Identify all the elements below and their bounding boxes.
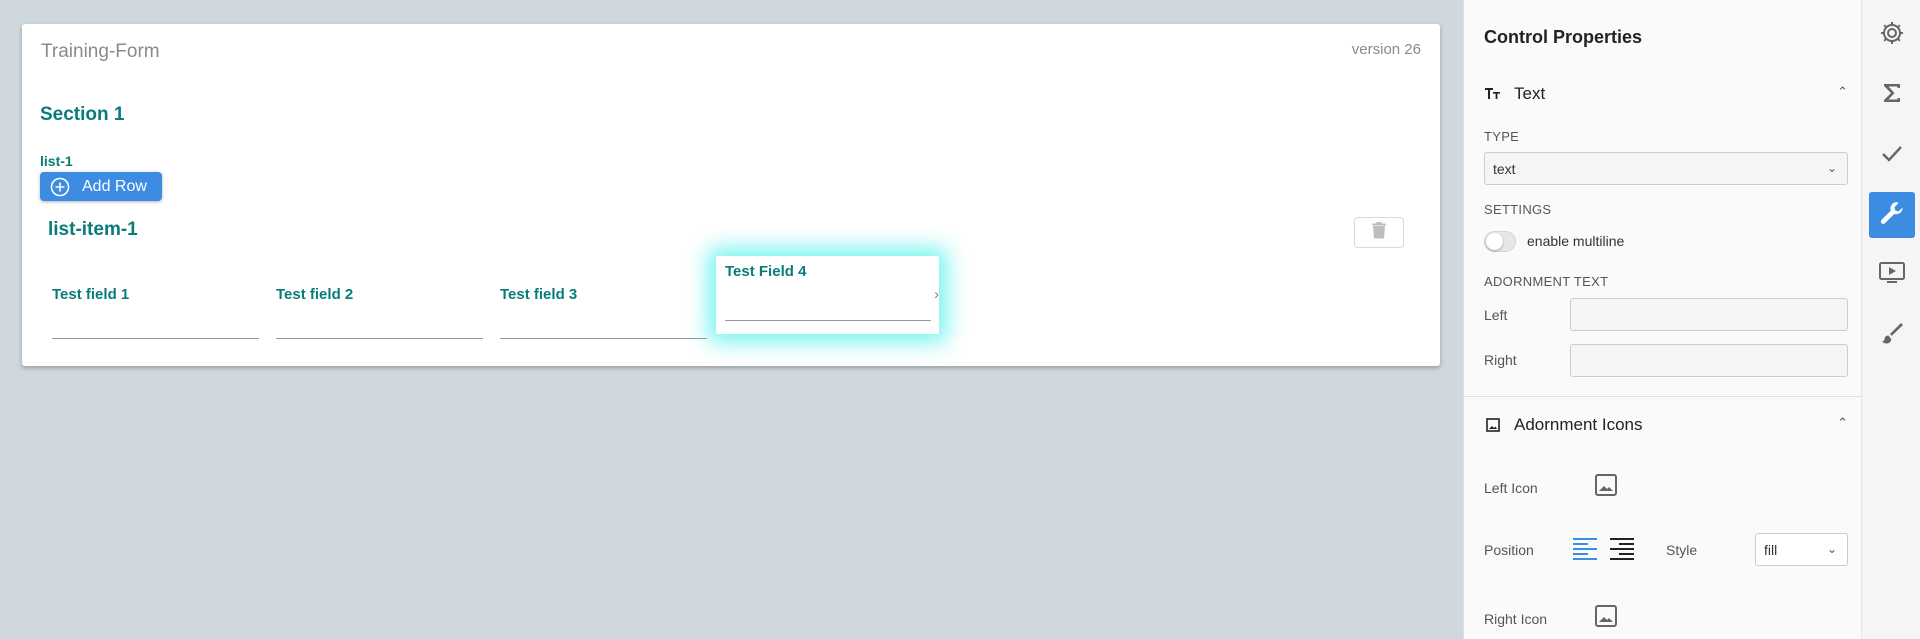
form-title: Training-Form (41, 41, 160, 62)
text-field-1[interactable]: Test field 1 (45, 260, 259, 345)
section-divider (1464, 396, 1862, 397)
style-value: fill (1764, 541, 1778, 558)
field-underline (276, 338, 483, 339)
adornment-right-label: Right (1484, 352, 1517, 368)
field-label: Test field 3 (500, 286, 578, 303)
sigma-icon (1881, 82, 1903, 109)
form-card: Training-Form version 26 Section 1 list-… (22, 24, 1440, 366)
right-icon-picker[interactable] (1592, 604, 1620, 632)
adornment-right-input[interactable] (1570, 344, 1848, 377)
left-icon-label: Left Icon (1484, 480, 1538, 496)
position-label: Position (1484, 542, 1534, 558)
adornment-left-label: Left (1484, 307, 1508, 323)
adornment-icons-section-header[interactable]: Adornment Icons ⌃ (1484, 410, 1848, 440)
calculations-button[interactable] (1869, 72, 1915, 118)
chevron-up-icon[interactable]: ⌃ (1837, 84, 1848, 100)
image-icon (1594, 473, 1618, 502)
style-select[interactable]: fill ⌄ (1755, 533, 1848, 566)
chevron-down-icon: ⌄ (1826, 542, 1837, 556)
field-underline (725, 320, 931, 321)
field-underline (500, 338, 707, 339)
type-value: text (1493, 160, 1516, 177)
control-properties-button[interactable] (1869, 192, 1915, 238)
check-icon (1880, 141, 1904, 170)
chevron-right-icon[interactable]: › (934, 286, 939, 303)
text-section-title: Text (1514, 84, 1546, 103)
delete-row-button[interactable] (1354, 217, 1404, 248)
chevron-up-icon[interactable]: ⌃ (1837, 415, 1848, 431)
wrench-icon (1878, 199, 1906, 232)
preview-icon (1878, 261, 1906, 290)
style-label: Style (1666, 542, 1698, 558)
field-underline (52, 338, 259, 339)
right-icon-label: Right Icon (1484, 611, 1548, 627)
align-left-button[interactable] (1572, 536, 1598, 562)
panel-title: Control Properties (1484, 27, 1643, 47)
form-version: version 26 (1351, 41, 1421, 58)
align-right-icon (1609, 538, 1635, 566)
text-field-2[interactable]: Test field 2 (269, 260, 483, 345)
adornment-icons-title: Adornment Icons (1514, 415, 1643, 434)
gear-icon (1879, 20, 1905, 51)
add-circle-icon (50, 177, 70, 197)
text-field-3[interactable]: Test field 3 (493, 260, 707, 345)
field-label: Test field 1 (52, 286, 130, 303)
field-label: Test Field 4 (725, 263, 807, 280)
validation-button[interactable] (1869, 132, 1915, 178)
multiline-toggle[interactable] (1484, 231, 1516, 252)
side-toolbar (1861, 0, 1920, 639)
type-label: TYPE (1484, 129, 1520, 144)
add-row-label: Add Row (82, 177, 147, 195)
adornment-text-label: ADORNMENT TEXT (1484, 274, 1609, 289)
left-icon-picker[interactable] (1592, 473, 1620, 501)
form-canvas: Training-Form version 26 Section 1 list-… (0, 0, 1463, 639)
image-icon (1594, 604, 1618, 633)
styling-button[interactable] (1869, 312, 1915, 358)
control-properties-panel: Control Properties Text ⌃ TYPE text ⌄ SE… (1463, 0, 1862, 639)
field-label: Test field 2 (276, 286, 354, 303)
brush-icon (1880, 321, 1904, 350)
image-outline-icon (1484, 416, 1502, 434)
chevron-down-icon: ⌄ (1826, 161, 1837, 175)
list-label[interactable]: list-1 (40, 153, 73, 169)
adornment-left-input[interactable] (1570, 298, 1848, 331)
section-title[interactable]: Section 1 (40, 104, 124, 126)
form-settings-button[interactable] (1869, 12, 1915, 58)
text-format-icon (1484, 85, 1502, 103)
preview-button[interactable] (1869, 252, 1915, 298)
multiline-label: enable multiline (1527, 233, 1625, 249)
settings-label: SETTINGS (1484, 202, 1552, 217)
align-right-button[interactable] (1609, 536, 1635, 562)
text-section-header[interactable]: Text ⌃ (1484, 79, 1848, 109)
trash-icon (1372, 221, 1386, 244)
list-item-title[interactable]: list-item-1 (48, 219, 138, 241)
text-field-4-selected[interactable]: Test Field 4 › (716, 256, 939, 334)
type-select[interactable]: text ⌄ (1484, 152, 1848, 185)
add-row-button[interactable]: Add Row (40, 172, 162, 201)
align-left-icon (1572, 538, 1598, 566)
